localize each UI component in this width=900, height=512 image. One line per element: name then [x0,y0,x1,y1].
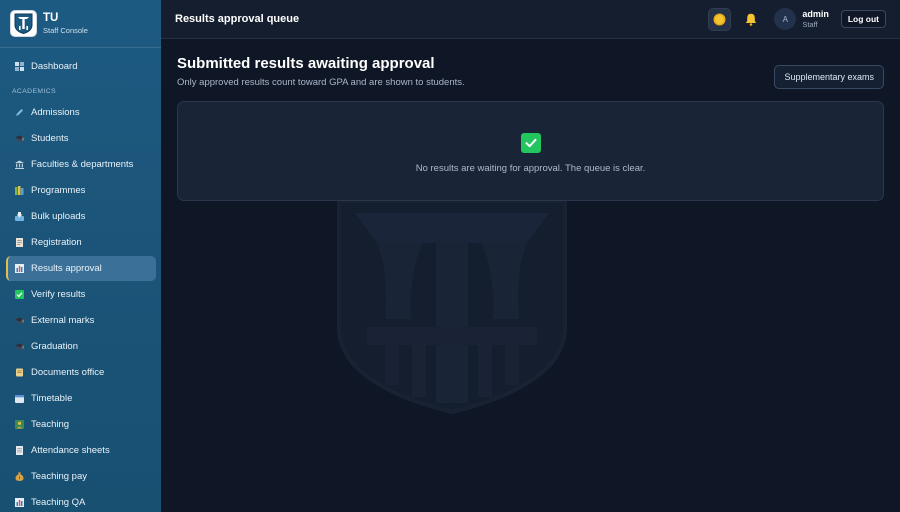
section-label-academics: ACADEMICS [12,88,57,95]
sidebar-item-label: Faculties & departments [31,159,134,170]
sidebar-item-dashboard[interactable]: Dashboard [6,54,156,79]
books-icon [15,186,24,195]
sidebar-item-label: Teaching [31,419,70,430]
scroll-icon [15,368,24,377]
sidebar-item-results-approval[interactable]: Results approval [6,256,156,281]
inbox-tray-icon [15,212,24,221]
university-crest-watermark-icon [337,199,567,414]
sidebar-item-label: Results approval [31,263,102,274]
theme-toggle-button[interactable] [708,7,732,31]
sidebar-item-label: Verify results [31,289,86,300]
brand-name: TU [43,11,59,24]
sidebar-item-graduation[interactable]: Graduation [6,334,156,359]
sidebar: TU Staff Console Dashboard ACADEMICS Adm… [0,0,161,512]
page-subtitle: Only approved results count toward GPA a… [177,77,465,88]
brand-subtitle: Staff Console [43,25,88,35]
university-logo-icon [10,10,37,37]
sidebar-item-faculties[interactable]: Faculties & departments [6,152,156,177]
sidebar-item-admissions[interactable]: Admissions [6,100,156,125]
sidebar-item-students[interactable]: Students [6,126,156,151]
sidebar-item-label: Students [31,133,69,144]
brand[interactable]: TU Staff Console [0,0,161,48]
topbar: Results approval queue A admin Staff Log… [161,0,900,39]
sidebar-item-attendance-sheets[interactable]: Attendance sheets [6,438,156,463]
graduation-cap-icon [15,342,24,351]
sidebar-item-label: External marks [31,315,95,326]
topbar-actions: A admin Staff Log out [708,7,886,31]
sidebar-item-label: Graduation [31,341,79,352]
page-icon [15,446,24,455]
sidebar-item-programmes[interactable]: Programmes [6,178,156,203]
empty-state-message: No results are waiting for approval. The… [415,163,646,174]
page-heading: Results approval queue [175,13,300,25]
sidebar-item-teaching[interactable]: Teaching [6,412,156,437]
sidebar-item-label: Timetable [31,393,73,404]
sidebar-item-label: Teaching QA [31,497,86,508]
sidebar-item-external-marks[interactable]: External marks [6,308,156,333]
sidebar-item-registration[interactable]: Registration [6,230,156,255]
logout-button[interactable]: Log out [840,10,886,28]
sidebar-item-teaching-qa[interactable]: Teaching QA [6,490,156,512]
sidebar-item-label: Teaching pay [31,471,87,482]
empty-state-card: No results are waiting for approval. The… [177,101,884,201]
check-mark-icon [520,133,541,153]
sidebar-item-label: Admissions [31,107,80,118]
dashboard-icon [15,62,24,71]
check-mark-icon [15,290,24,299]
user-role: Staff [802,19,818,29]
page-title: Submitted results awaiting approval [177,55,435,72]
avatar[interactable]: A [774,8,797,30]
sidebar-item-label: Programmes [31,185,86,196]
sidebar-item-bulk-uploads[interactable]: Bulk uploads [6,204,156,229]
sidebar-item-documents-office[interactable]: Documents office [6,360,156,385]
notifications-button[interactable] [740,8,762,30]
sidebar-item-label: Attendance sheets [31,445,110,456]
sun-icon [715,14,725,24]
bar-chart-icon [15,264,24,273]
sidebar-item-label: Registration [31,237,82,248]
sidebar-item-label: Bulk uploads [31,211,86,222]
bar-chart-icon [15,498,24,507]
sidebar-item-label: Documents office [31,367,105,378]
memo-icon [15,238,24,247]
sidebar-item-teaching-pay[interactable]: Teaching pay [6,464,156,489]
pencil-icon [15,108,24,117]
bell-icon [746,13,757,26]
user-info: admin Staff [802,9,829,30]
sidebar-item-verify-results[interactable]: Verify results [6,282,156,307]
calendar-icon [15,394,24,403]
supplementary-exams-button[interactable]: Supplementary exams [774,65,884,89]
sidebar-nav: Dashboard ACADEMICS Admissions Students … [0,48,161,512]
sidebar-item-label: Dashboard [31,61,78,72]
main-content: Submitted results awaiting approval Only… [161,39,900,512]
graduation-cap-icon [15,134,24,143]
sidebar-item-timetable[interactable]: Timetable [6,386,156,411]
money-bag-icon [15,472,24,481]
user-name: admin [802,8,829,19]
graduation-cap-icon [15,316,24,325]
building-icon [15,160,24,169]
teacher-icon [15,420,24,429]
